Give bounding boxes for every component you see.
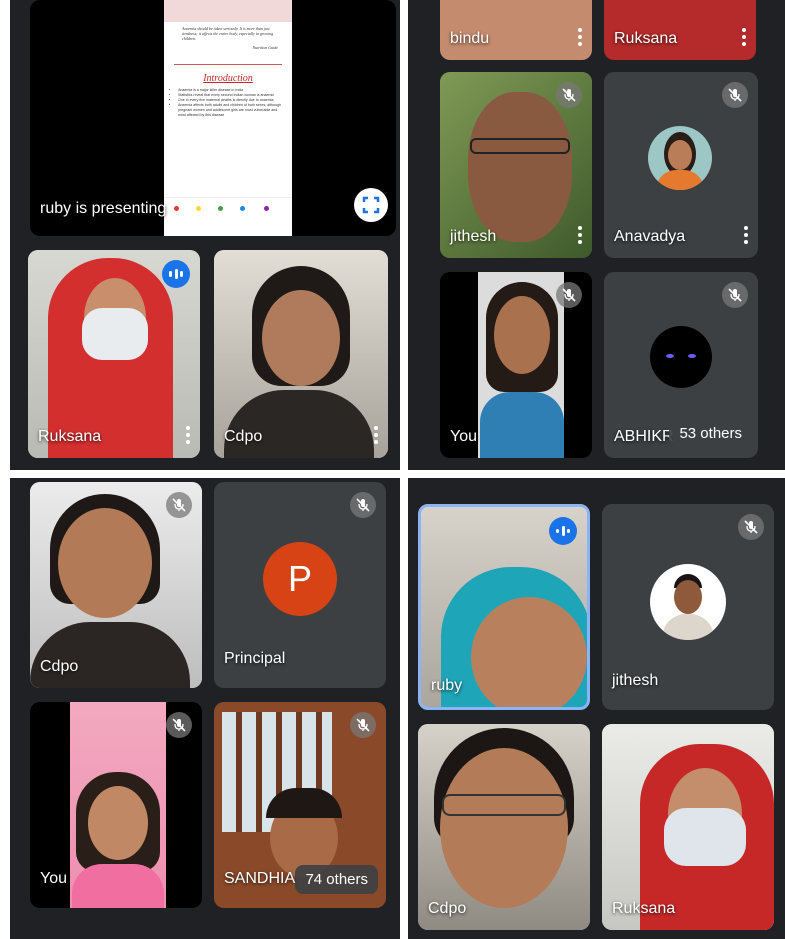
mic-off-icon — [562, 288, 576, 302]
muted-indicator — [350, 492, 376, 518]
face — [494, 296, 550, 374]
presentation-tile[interactable]: Anaemia should be taken seriously. It is… — [30, 0, 396, 236]
participant-name: Cdpo — [428, 900, 467, 917]
fullscreen-icon — [362, 196, 380, 214]
avatar-initial: P — [287, 558, 312, 599]
face-mask — [82, 308, 148, 360]
mic-off-icon — [562, 88, 576, 102]
mic-off-icon — [172, 718, 186, 732]
slide-quote: Anaemia should be taken seriously. It is… — [182, 26, 274, 41]
participant-name: You — [450, 428, 477, 445]
more-options-icon[interactable] — [742, 28, 746, 46]
participant-name: Principal — [224, 650, 286, 667]
meet-screen-grid-2: Cdpo P Principal You SANDHIA 74 others — [10, 478, 400, 939]
shared-slide: Anaemia should be taken seriously. It is… — [164, 0, 292, 236]
muted-indicator — [166, 492, 192, 518]
participant-name: bindu — [450, 30, 490, 47]
glasses — [470, 138, 570, 154]
participant-tile[interactable]: Cdpo — [214, 250, 388, 458]
more-options-icon[interactable] — [744, 226, 748, 244]
participant-name: Anavadya — [614, 228, 686, 245]
muted-indicator — [556, 82, 582, 108]
mic-off-icon — [744, 520, 758, 534]
participant-avatar — [648, 126, 712, 190]
participant-name: Cdpo — [40, 658, 79, 675]
participant-tile[interactable]: Ruksana — [28, 250, 200, 458]
participant-name: Ruksana — [612, 900, 676, 917]
speaking-indicator — [162, 260, 190, 288]
participant-avatar: P — [263, 542, 337, 616]
face — [58, 508, 152, 618]
slide-bullet: Anaemia affects both adults and children… — [178, 103, 286, 118]
others-count-badge[interactable]: 53 others — [669, 419, 752, 448]
face — [440, 748, 568, 908]
participant-tile[interactable]: Ruksana — [602, 724, 774, 930]
participant-tile[interactable]: Anavadya — [604, 72, 758, 258]
participant-tile[interactable]: jithesh — [440, 72, 592, 258]
participant-tile[interactable]: Cdpo — [418, 724, 590, 930]
mic-off-icon — [172, 498, 186, 512]
mic-off-icon — [728, 88, 742, 102]
participant-name: Cdpo — [224, 428, 263, 445]
participant-tile[interactable]: ABHIKR 53 others — [604, 272, 758, 458]
face — [262, 290, 340, 386]
participant-tile[interactable]: bindu — [440, 0, 592, 60]
fullscreen-button[interactable] — [354, 188, 388, 222]
mic-off-icon — [728, 288, 742, 302]
more-options-icon[interactable] — [186, 426, 190, 444]
muted-indicator — [556, 282, 582, 308]
muted-indicator — [722, 282, 748, 308]
muted-indicator — [166, 712, 192, 738]
muted-indicator — [722, 82, 748, 108]
participant-tile[interactable]: jithesh — [602, 504, 774, 710]
mic-off-icon — [356, 718, 370, 732]
others-count-badge[interactable]: 74 others — [295, 865, 378, 894]
meet-screen-presentation: Anaemia should be taken seriously. It is… — [10, 0, 400, 470]
participant-name: Ruksana — [38, 428, 102, 445]
face-mask — [664, 808, 746, 866]
speaking-indicator — [549, 517, 577, 545]
more-options-icon[interactable] — [578, 226, 582, 244]
participant-avatar — [650, 326, 712, 388]
shirt — [480, 392, 564, 458]
participant-name: ABHIKR — [614, 428, 674, 445]
more-options-icon[interactable] — [578, 28, 582, 46]
participant-name: Ruksana — [614, 30, 678, 47]
slide-toolbar — [164, 197, 292, 228]
participant-avatar — [650, 564, 726, 640]
slide-heading: Introduction — [203, 73, 253, 84]
meet-screen-grid-3: ruby jithesh Cdpo Ruksana — [408, 478, 785, 939]
participant-tile[interactable]: SANDHIA 74 others — [214, 702, 386, 908]
slide-bullets: Anaemia is a major killer disease in Ind… — [178, 88, 286, 118]
face — [88, 786, 148, 860]
presenting-label: ruby is presenting — [40, 200, 167, 217]
face — [471, 597, 587, 707]
meet-screen-grid-1: bindu Ruksana jithesh Anavadya You ABHIK… — [408, 0, 785, 470]
participant-tile[interactable]: P Principal — [214, 482, 386, 688]
muted-indicator — [350, 712, 376, 738]
participant-tile[interactable]: You — [440, 272, 592, 458]
more-options-icon[interactable] — [374, 426, 378, 444]
mic-off-icon — [356, 498, 370, 512]
participant-tile[interactable]: Cdpo — [30, 482, 202, 688]
participant-tile[interactable]: You — [30, 702, 202, 908]
participant-name: SANDHIA — [224, 870, 296, 887]
participant-name: You — [40, 870, 67, 887]
participant-name: jithesh — [450, 228, 497, 245]
muted-indicator — [738, 514, 764, 540]
shirt — [72, 864, 164, 908]
participant-tile[interactable]: Ruksana — [604, 0, 756, 60]
participant-name: jithesh — [612, 672, 659, 689]
glasses — [442, 794, 566, 816]
face — [468, 92, 572, 242]
participant-name: ruby — [431, 677, 463, 694]
participant-tile[interactable]: ruby — [418, 504, 590, 710]
slide-quote-author: Nutrition Guide — [252, 45, 278, 50]
